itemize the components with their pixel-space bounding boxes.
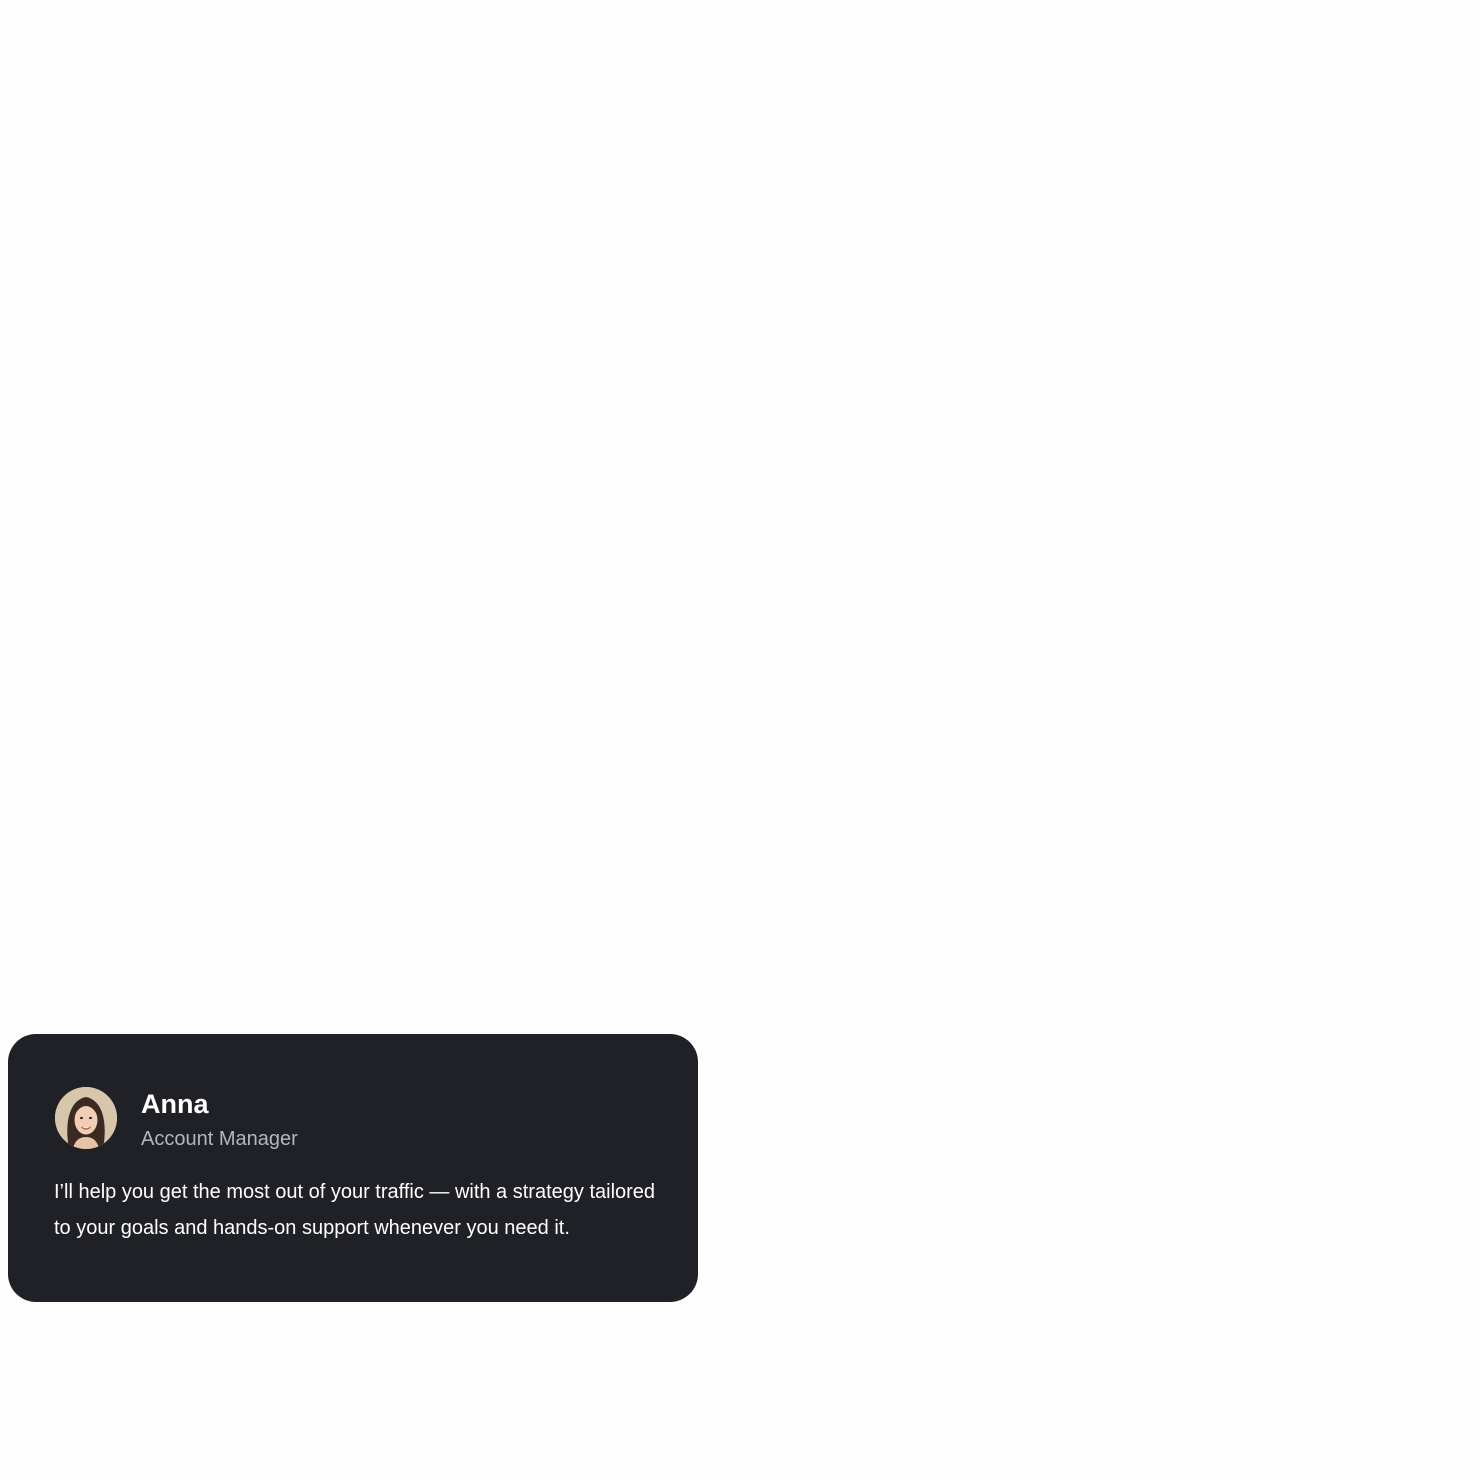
person-avatar-icon (55, 1087, 117, 1149)
manager-name: Anna (141, 1089, 209, 1119)
manager-message: I’ll help you get the most out of your t… (54, 1181, 656, 1239)
avatar (55, 1087, 117, 1149)
account-manager-card: Anna Account Manager I’ll help you get t… (8, 1034, 698, 1302)
manager-role: Account Manager (141, 1128, 298, 1150)
